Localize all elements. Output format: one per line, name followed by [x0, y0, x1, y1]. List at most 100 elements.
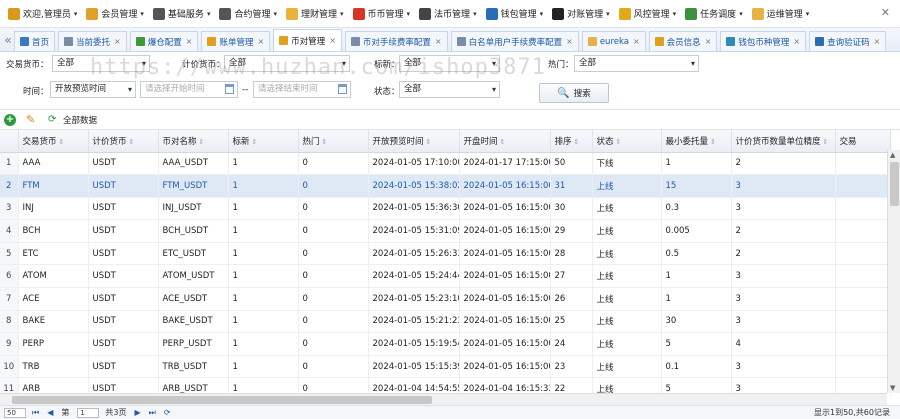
- sort-icon[interactable]: ⇕: [616, 138, 622, 146]
- refresh-icon[interactable]: ⟳: [164, 408, 171, 417]
- horizontal-scrollbar[interactable]: [0, 393, 887, 405]
- tab[interactable]: 币对手续费率配置 ×: [344, 31, 448, 51]
- sort-icon[interactable]: ⇕: [710, 138, 716, 146]
- table-row[interactable]: 7 ACE USDT ACE_USDT 1 0 2024-01-05 15:23:10 202…: [0, 287, 891, 311]
- top-menu-item[interactable]: 会员管理 ▾: [86, 7, 144, 20]
- table-row[interactable]: 1 AAA USDT AAA_USDT 1 0 2024-01-05 17:10:00 202…: [0, 152, 891, 176]
- column-header[interactable]: 计价货币 ⇕: [88, 130, 159, 153]
- tab-close-icon[interactable]: ×: [435, 37, 442, 46]
- table-row[interactable]: 10 TRB USDT TRB_USDT 1 0 2024-01-05 15:15:39 20…: [0, 355, 891, 379]
- column-header[interactable]: 交易货币 ⇕: [18, 130, 89, 153]
- tab[interactable]: 钱包币种管理 ×: [720, 31, 807, 51]
- table-row[interactable]: 5 ETC USDT ETC_USDT 1 0 2024-01-05 15:26:33 202…: [0, 242, 891, 266]
- top-menu-item[interactable]: 法币管理 ▾: [419, 7, 477, 20]
- start-time-input[interactable]: 请选择开始时间: [140, 81, 238, 98]
- table-row[interactable]: 9 PERP USDT PERP_USDT 1 0 2024-01-05 15:19:54 2…: [0, 332, 891, 356]
- column-header[interactable]: 开放预览时间 ⇕: [368, 130, 460, 153]
- prev-page-icon[interactable]: ◀: [47, 408, 53, 417]
- sort-icon[interactable]: ⇕: [426, 138, 432, 146]
- table-cell: 2: [731, 219, 836, 243]
- trade-coin-select[interactable]: 全部 ▾: [52, 55, 150, 72]
- tab[interactable]: 会员信息 ×: [648, 31, 718, 51]
- table-cell: 0: [298, 287, 369, 311]
- column-header[interactable]: 最小委托量 ⇕: [661, 130, 732, 153]
- tab-close-icon[interactable]: ×: [566, 37, 573, 46]
- tab-close-icon[interactable]: ×: [705, 37, 712, 46]
- page-size-select[interactable]: 50: [4, 407, 26, 418]
- tab-scroll-left-icon[interactable]: «: [2, 33, 14, 47]
- column-header[interactable]: 计价货币数量单位精度 ⇕: [731, 130, 836, 153]
- tab-close-icon[interactable]: ×: [329, 36, 336, 45]
- column-header[interactable]: 币对名称 ⇕: [158, 130, 229, 153]
- tab-close-icon[interactable]: ×: [257, 37, 264, 46]
- column-header[interactable]: 开盘时间 ⇕: [459, 130, 551, 153]
- table-cell: [835, 242, 891, 266]
- add-button[interactable]: +: [4, 113, 16, 126]
- tab-close-icon[interactable]: ×: [793, 37, 800, 46]
- scroll-thumb[interactable]: [890, 162, 899, 206]
- tab[interactable]: 爆仓配置 ×: [129, 31, 199, 51]
- sort-icon[interactable]: ⇕: [129, 138, 135, 146]
- last-page-icon[interactable]: ⏭: [149, 408, 156, 418]
- tab-close-icon[interactable]: ×: [633, 37, 640, 46]
- sort-icon[interactable]: ⇕: [199, 138, 205, 146]
- top-menu-item[interactable]: 欢迎,管理员 ▾: [8, 7, 77, 20]
- top-menu-item[interactable]: 风控管理 ▾: [618, 7, 676, 20]
- time-type-select[interactable]: 开放预览时间 ▾: [50, 81, 136, 98]
- tab[interactable]: 账单管理 ×: [201, 31, 271, 51]
- column-header[interactable]: 状态 ⇕: [592, 130, 662, 153]
- first-page-icon[interactable]: ⏮: [32, 408, 39, 418]
- table-cell: 上线: [592, 332, 662, 356]
- top-menu-item[interactable]: 合约管理 ▾: [219, 7, 277, 20]
- table-cell: PERP: [18, 332, 89, 356]
- table-row[interactable]: 6 ATOM USDT ATOM_USDT 1 0 2024-01-05 15:24:44 2…: [0, 264, 891, 289]
- all-data-button[interactable]: ⟳ 全部数据: [48, 114, 97, 126]
- close-icon[interactable]: ✕: [881, 6, 890, 19]
- sort-icon[interactable]: ⇕: [59, 138, 65, 146]
- top-menu-item[interactable]: 运维管理 ▾: [751, 7, 809, 20]
- sort-icon[interactable]: ⇕: [252, 138, 258, 146]
- tab-close-icon[interactable]: ×: [114, 37, 121, 46]
- vertical-scrollbar[interactable]: ▲ ▼: [887, 150, 900, 393]
- tab-close-icon[interactable]: ×: [874, 37, 881, 46]
- sort-icon[interactable]: ⇕: [823, 138, 829, 146]
- pencil-edit-icon: ✎: [26, 112, 36, 126]
- status-select[interactable]: 全部 ▾: [399, 81, 500, 98]
- page-number-input[interactable]: 1: [77, 407, 100, 418]
- top-menu-item[interactable]: 理财管理 ▾: [285, 7, 344, 20]
- tab-close-icon[interactable]: ×: [186, 37, 193, 46]
- sort-icon[interactable]: ⇕: [574, 138, 580, 146]
- table-row[interactable]: 3 INJ USDT INJ_USDT 1 0 2024-01-05 15:36:30 202…: [0, 197, 891, 221]
- scroll-thumb[interactable]: [12, 396, 432, 404]
- column-header[interactable]: 标新 ⇕: [228, 130, 299, 153]
- edit-button[interactable]: ✎: [26, 112, 38, 126]
- top-menu-item[interactable]: 币币管理 ▾: [352, 7, 410, 20]
- next-page-icon[interactable]: ▶: [134, 408, 140, 417]
- price-coin-select[interactable]: 全部 ▾: [224, 55, 350, 72]
- top-menu-item[interactable]: 任务调度 ▾: [685, 7, 743, 20]
- table-cell: 1: [228, 332, 299, 356]
- column-header[interactable]: 排序 ⇕: [550, 130, 593, 153]
- table-row[interactable]: 8 BAKE USDT BAKE_USDT 1 0 2024-01-05 15:21:23 2…: [0, 310, 891, 334]
- table-row[interactable]: 4 BCH USDT BCH_USDT 1 0 2024-01-05 15:31:09 202…: [0, 219, 891, 243]
- flag-select[interactable]: 全部 ▾: [399, 55, 500, 72]
- search-button[interactable]: 🔍 搜索: [539, 83, 609, 103]
- tab[interactable]: eureka ×: [581, 31, 646, 51]
- tab[interactable]: 首页: [14, 31, 56, 51]
- column-header[interactable]: 交易: [835, 130, 891, 153]
- top-menu-item[interactable]: 对账管理 ▾: [552, 7, 610, 20]
- top-menu-item[interactable]: 钱包管理 ▾: [485, 7, 543, 20]
- table-cell: ACE_USDT: [158, 287, 229, 311]
- end-time-input[interactable]: 请选择结束时间: [253, 81, 351, 98]
- tab[interactable]: 白名单用户手续费率配置 ×: [450, 31, 579, 51]
- column-header[interactable]: 热门 ⇕: [298, 130, 369, 153]
- sort-icon[interactable]: ⇕: [322, 138, 328, 146]
- tab[interactable]: 查询验证码 ×: [809, 31, 887, 51]
- table-row[interactable]: 2 FTM USDT FTM_USDT 1 0 2024-01-05 15:38:02 202…: [0, 174, 891, 198]
- row-number: 8: [0, 310, 19, 334]
- hot-select[interactable]: 全部 ▾: [574, 55, 699, 72]
- sort-icon[interactable]: ⇕: [500, 138, 506, 146]
- top-menu-item[interactable]: 基础服务 ▾: [152, 7, 210, 20]
- tab[interactable]: 币对管理 ×: [273, 29, 342, 51]
- tab[interactable]: 当前委托 ×: [58, 31, 127, 51]
